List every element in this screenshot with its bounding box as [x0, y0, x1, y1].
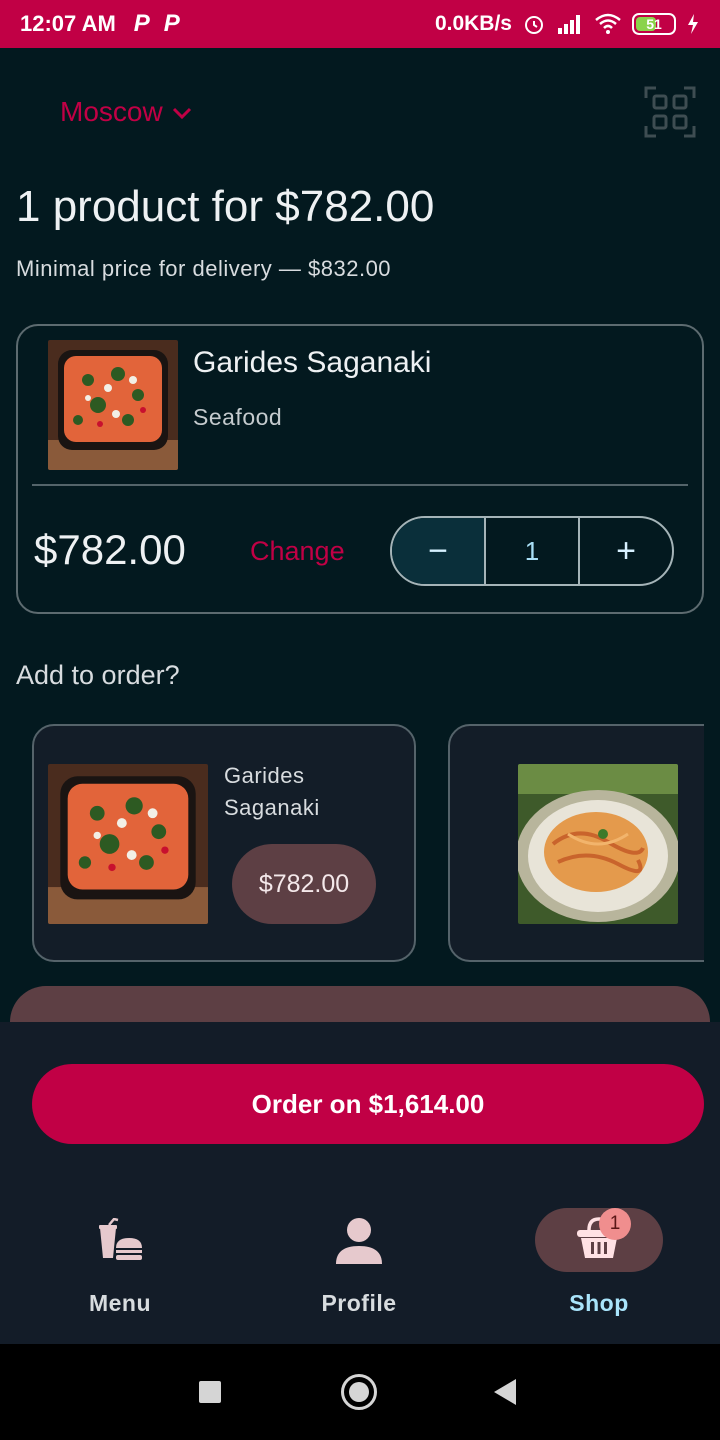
- food-drink-icon: [40, 1208, 200, 1272]
- quantity-stepper: − 1 +: [390, 516, 674, 586]
- suggestion-name: Garides Saganaki: [224, 763, 320, 820]
- nav-tab-menu[interactable]: Menu: [40, 1208, 200, 1317]
- shop-tab-indicator: 1: [535, 1208, 663, 1272]
- product-image: [48, 340, 178, 470]
- nav-tab-shop[interactable]: 1 Shop: [519, 1208, 679, 1317]
- product-name: Garides Saganaki: [193, 346, 432, 379]
- signal-icon: [556, 13, 584, 35]
- suggestion-image: [518, 764, 678, 924]
- chevron-down-icon: [171, 96, 193, 128]
- min-delivery-text: Minimal price for delivery — $832.00: [16, 256, 392, 281]
- battery-level: 51: [646, 16, 662, 32]
- quantity-value: 1: [486, 518, 580, 584]
- bottom-panel: Order on $1,614.00 Menu Profile 1 Shop: [0, 1022, 720, 1344]
- person-icon: [279, 1208, 439, 1272]
- nav-label: Menu: [88, 1290, 152, 1316]
- product-price: $782.00: [34, 526, 186, 573]
- cart-item-card: Garides Saganaki Seafood $782.00 Change …: [16, 324, 704, 614]
- charging-icon: [686, 13, 700, 35]
- home-icon[interactable]: [341, 1374, 377, 1410]
- change-button[interactable]: Change: [250, 536, 345, 567]
- status-time: 12:07 AM: [20, 11, 116, 36]
- alarm-icon: [522, 12, 546, 36]
- nav-tab-profile[interactable]: Profile: [279, 1208, 439, 1317]
- net-speed: 0.0KB/s: [434, 12, 512, 35]
- nav-label: Shop: [569, 1290, 629, 1316]
- recents-icon[interactable]: [199, 1381, 221, 1403]
- wifi-icon: [594, 13, 622, 35]
- status-app-badge: P: [133, 10, 150, 37]
- suggestion-price-button[interactable]: $782.00: [232, 844, 376, 924]
- battery-icon: 51: [632, 13, 676, 35]
- cart-summary-title: 1 product for $782.00: [16, 182, 435, 231]
- cart-count-badge: 1: [599, 1208, 631, 1240]
- suggestion-card[interactable]: Garides Saganaki $782.00: [32, 724, 416, 962]
- system-nav-bar: [0, 1344, 720, 1440]
- status-bar: 12:07 AM P P 0.0KB/s 51: [0, 0, 720, 48]
- add-to-order-title: Add to order?: [16, 660, 180, 690]
- suggestion-carousel[interactable]: Garides Saganaki $782.00: [32, 724, 704, 964]
- divider: [32, 484, 688, 486]
- decrement-button[interactable]: −: [392, 518, 486, 584]
- qr-scan-icon[interactable]: [644, 86, 696, 138]
- status-app-badge: P: [163, 10, 180, 37]
- nav-label: Profile: [321, 1290, 397, 1316]
- suggestion-card[interactable]: [448, 724, 704, 962]
- city-selector[interactable]: Moscow: [60, 96, 193, 128]
- product-category: Seafood: [193, 404, 283, 430]
- order-button[interactable]: Order on $1,614.00: [32, 1064, 704, 1144]
- back-icon[interactable]: [494, 1379, 516, 1405]
- increment-button[interactable]: +: [580, 518, 672, 584]
- suggestion-image: [48, 764, 208, 924]
- city-label: Moscow: [60, 96, 163, 127]
